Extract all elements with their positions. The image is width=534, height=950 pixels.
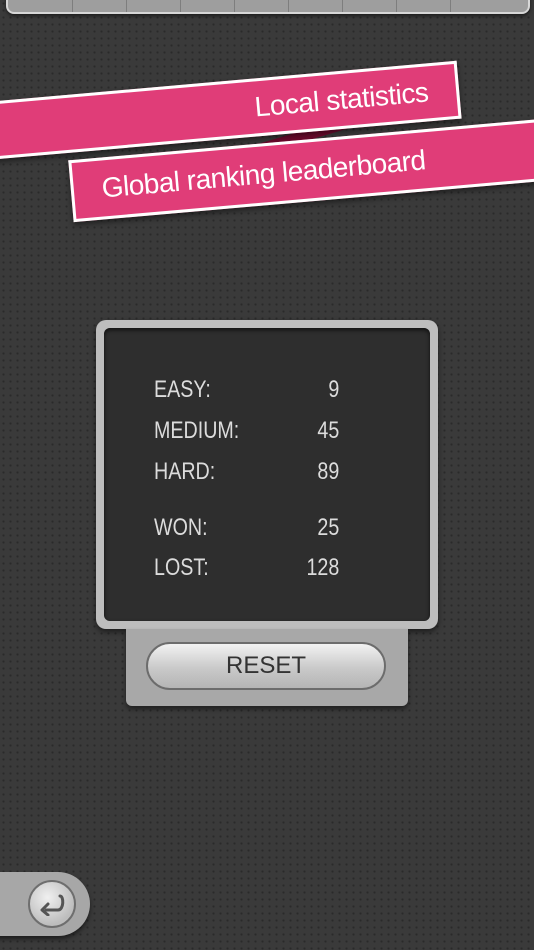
stat-row-easy: EASY: 9 [154,375,339,405]
toolbar-divider [126,0,127,12]
stat-row-medium: MEDIUM: 45 [154,416,339,446]
toolbar-divider [450,0,451,12]
top-toolbar [6,0,530,14]
toolbar-divider [234,0,235,12]
toolbar-divider [288,0,289,12]
stat-label: EASY: [154,376,211,403]
global-leaderboard-label: Global ranking leaderboard [100,144,427,204]
statistics-screen: EASY: 9 MEDIUM: 45 HARD: 89 WON: 25 LOST… [104,328,430,621]
stat-label: LOST: [154,554,209,581]
toolbar-divider [72,0,73,12]
local-statistics-label: Local statistics [253,76,430,123]
stat-value: 25 [317,514,340,541]
stat-label: HARD: [154,458,216,485]
stat-row-lost: LOST: 128 [154,553,339,583]
toolbar-divider [396,0,397,12]
stat-label: MEDIUM: [154,417,240,444]
back-arrow-icon [40,894,65,916]
stat-label: WON: [154,514,208,541]
back-tray [0,872,90,936]
statistics-panel: EASY: 9 MEDIUM: 45 HARD: 89 WON: 25 LOST… [96,320,438,629]
stat-value: 128 [306,554,340,581]
reset-tray: RESET [126,629,408,706]
stat-value: 89 [317,458,340,485]
toolbar-divider [342,0,343,12]
stat-value: 45 [317,417,340,444]
reset-button[interactable]: RESET [146,642,386,690]
back-button[interactable] [28,880,76,928]
stat-row-hard: HARD: 89 [154,457,339,487]
stat-row-won: WON: 25 [154,513,339,543]
stat-value: 9 [328,376,340,403]
toolbar-divider [180,0,181,12]
